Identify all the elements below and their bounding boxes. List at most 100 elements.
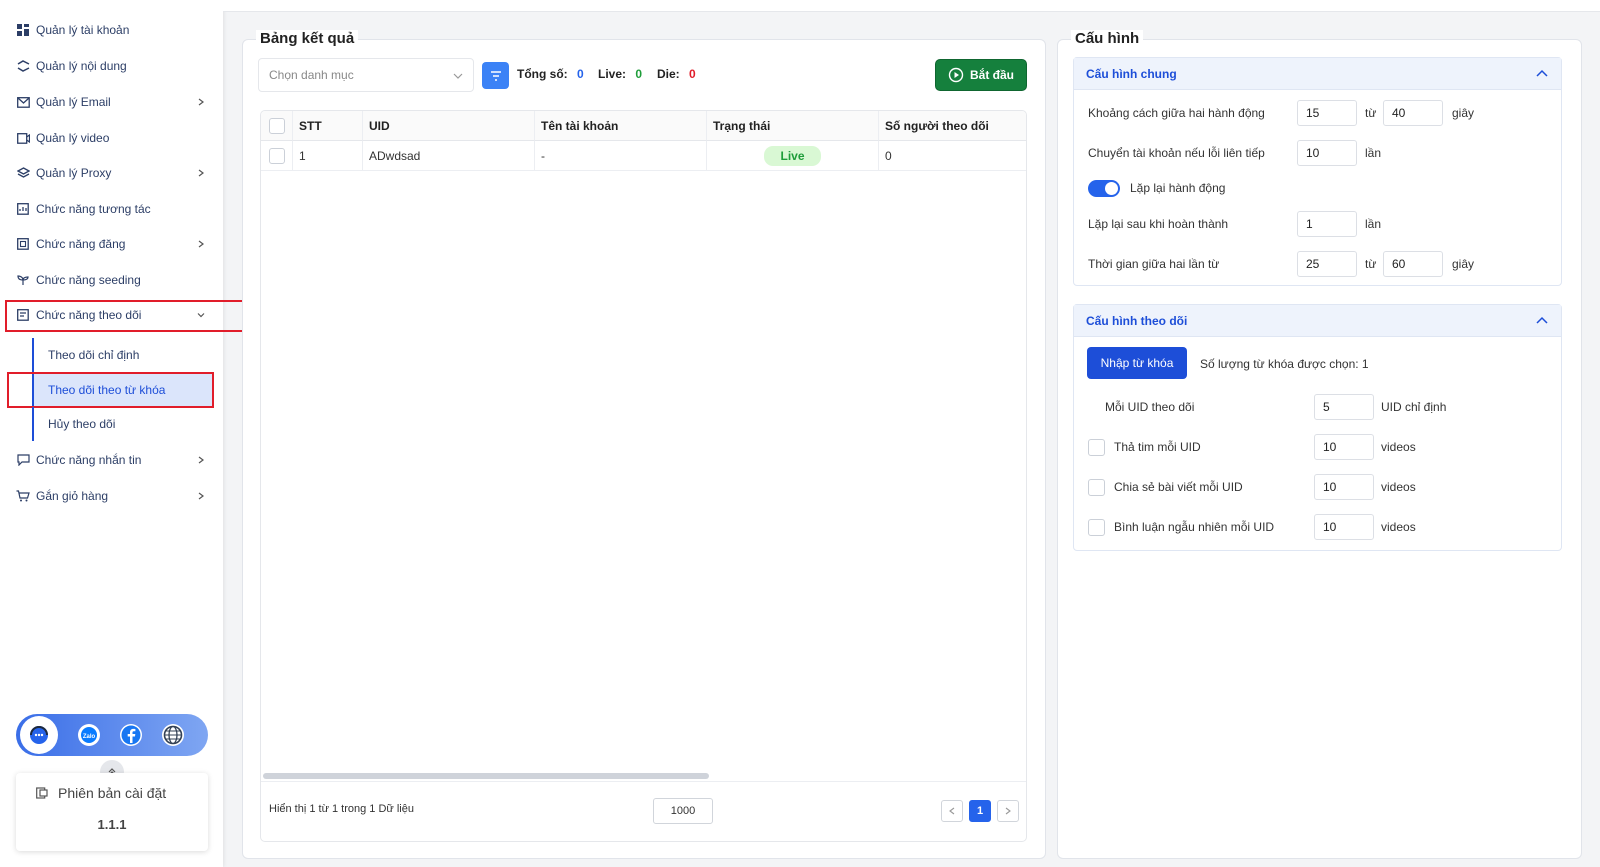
zalo-icon[interactable]: Zalo <box>76 722 102 748</box>
section-title: Cấu hình theo dõi <box>1086 313 1188 328</box>
chevron-down-icon <box>453 73 463 79</box>
sidebar-item-label: Quản lý video <box>36 131 110 145</box>
sidebar-item-email[interactable]: Quản lý Email <box>16 90 208 114</box>
top-bar <box>223 0 1600 12</box>
share-input[interactable]: 10 <box>1314 474 1374 500</box>
prev-page-button[interactable] <box>941 800 963 822</box>
like-checkbox[interactable] <box>1088 439 1105 456</box>
column-header[interactable]: Số người theo dõi <box>879 111 1026 141</box>
version-value: 1.1.1 <box>97 817 127 832</box>
start-button[interactable]: Bắt đầu <box>935 59 1027 91</box>
sidebar-item-message[interactable]: Chức năng nhắn tin <box>16 448 208 472</box>
sidebar-item-cart[interactable]: Gắn giỏ hàng <box>16 484 208 508</box>
interval-from-input[interactable]: 25 <box>1297 251 1357 277</box>
comment-checkbox[interactable] <box>1088 519 1105 536</box>
page-size-select[interactable]: 1000 <box>653 798 713 824</box>
column-header[interactable]: UID <box>363 111 535 141</box>
chevron-up-icon <box>1536 316 1548 324</box>
sidebar-item-label: Chức năng đăng <box>36 237 126 251</box>
delay-from-input[interactable]: 15 <box>1297 100 1357 126</box>
like-unit: videos <box>1381 440 1416 454</box>
column-header[interactable]: Tên tài khoản <box>535 111 707 141</box>
sidebar-item-label: Quản lý Proxy <box>36 166 112 180</box>
video-icon <box>16 131 30 145</box>
subitem-label: Theo dõi chỉ định <box>48 348 140 362</box>
play-circle-icon <box>948 67 964 83</box>
interval-to-input[interactable]: 60 <box>1383 251 1443 277</box>
repeat-after-label: Lặp lại sau khi hoàn thành <box>1088 217 1229 231</box>
social-bar: Zalo <box>16 714 208 756</box>
per-uid-unit: UID chỉ định <box>1381 400 1447 414</box>
horizontal-scrollbar[interactable] <box>263 773 709 779</box>
delay-unit: giây <box>1452 106 1475 120</box>
delay-to-input[interactable]: 40 <box>1383 100 1443 126</box>
interval-sep: từ <box>1365 257 1377 271</box>
post-icon <box>16 237 30 251</box>
repeat-after-input[interactable]: 1 <box>1297 211 1357 237</box>
live-value: 0 <box>635 67 643 81</box>
die-stat: Die: 0 <box>657 67 696 81</box>
subitem-follow-specified[interactable]: Theo dõi chỉ định <box>32 338 212 372</box>
subitem-unfollow[interactable]: Hủy theo dõi <box>32 407 212 441</box>
delay-sep: từ <box>1365 106 1377 120</box>
status-cell: Live <box>707 141 879 171</box>
next-page-button[interactable] <box>997 800 1019 822</box>
per-uid-input[interactable]: 5 <box>1314 394 1374 420</box>
total-stat: Tổng số: 0 <box>517 67 584 81</box>
die-label: Die: <box>657 67 680 81</box>
page-button[interactable]: 1 <box>969 800 991 822</box>
total-value: 0 <box>577 67 584 81</box>
repeat-after-unit: lần <box>1365 217 1382 231</box>
share-checkbox[interactable] <box>1088 479 1105 496</box>
sidebar-item-seeding[interactable]: Chức năng seeding <box>16 268 208 292</box>
row-checkbox[interactable] <box>268 147 285 164</box>
chevron-right-icon <box>194 95 208 109</box>
column-header[interactable]: Trạng thái <box>707 111 879 141</box>
sidebar-item-post[interactable]: Chức năng đăng <box>16 232 208 256</box>
general-config-header[interactable]: Cấu hình chung <box>1074 58 1561 90</box>
interact-icon <box>16 202 30 216</box>
import-keywords-button[interactable]: Nhập từ khóa <box>1087 347 1187 379</box>
comment-input[interactable]: 10 <box>1314 514 1374 540</box>
switch-unit: lần <box>1365 146 1382 160</box>
sidebar-item-content[interactable]: Quản lý nội dung <box>16 54 208 78</box>
table-cell: 1 <box>293 141 363 171</box>
switch-input[interactable]: 10 <box>1297 140 1357 166</box>
results-title: Bảng kết quả <box>256 30 359 47</box>
chevron-right-icon <box>194 489 208 503</box>
interval-label: Thời gian giữa hai lần từ <box>1088 257 1220 271</box>
highlight-box <box>5 300 252 332</box>
chevron-right-icon <box>194 166 208 180</box>
selected-keywords-count: Số lượng từ khóa được chọn: 1 <box>1200 357 1369 371</box>
sidebar-item-proxy[interactable]: Quản lý Proxy <box>16 161 208 185</box>
sidebar-item-label: Quản lý tài khoản <box>36 23 130 37</box>
sidebar: Quản lý tài khoản Quản lý nội dung Quản … <box>0 0 252 867</box>
repeat-toggle[interactable] <box>1088 180 1120 197</box>
seed-icon <box>16 273 30 287</box>
grid-icon <box>16 23 30 37</box>
filter-button[interactable] <box>482 62 509 89</box>
chevron-right-icon <box>1005 807 1011 815</box>
sidebar-item-interact[interactable]: Chức năng tương tác <box>16 197 208 221</box>
sidebar-item-accounts[interactable]: Quản lý tài khoản <box>16 18 208 42</box>
version-label: Phiên bản cài đặt <box>58 785 167 801</box>
globe-icon[interactable] <box>160 722 186 748</box>
category-select[interactable]: Chọn danh mục <box>258 58 474 92</box>
chevron-right-icon <box>194 453 208 467</box>
email-icon <box>16 95 30 109</box>
select-all-checkbox[interactable] <box>268 117 285 134</box>
like-input[interactable]: 10 <box>1314 434 1374 460</box>
column-header[interactable]: STT <box>293 111 363 141</box>
chevron-right-icon <box>194 237 208 251</box>
row-select-cell <box>261 141 293 171</box>
section-title: Cấu hình chung <box>1086 66 1177 81</box>
filter-icon <box>490 70 501 81</box>
sidebar-item-video[interactable]: Quản lý video <box>16 126 208 150</box>
facebook-icon[interactable] <box>118 722 144 748</box>
sidebar-item-label: Quản lý Email <box>36 95 111 109</box>
live-stat: Live: 0 <box>598 67 642 81</box>
table-cell: 0 <box>879 141 1026 171</box>
share-unit: videos <box>1381 480 1416 494</box>
follow-config-header[interactable]: Cấu hình theo dõi <box>1074 305 1561 337</box>
support-icon[interactable] <box>20 716 58 754</box>
